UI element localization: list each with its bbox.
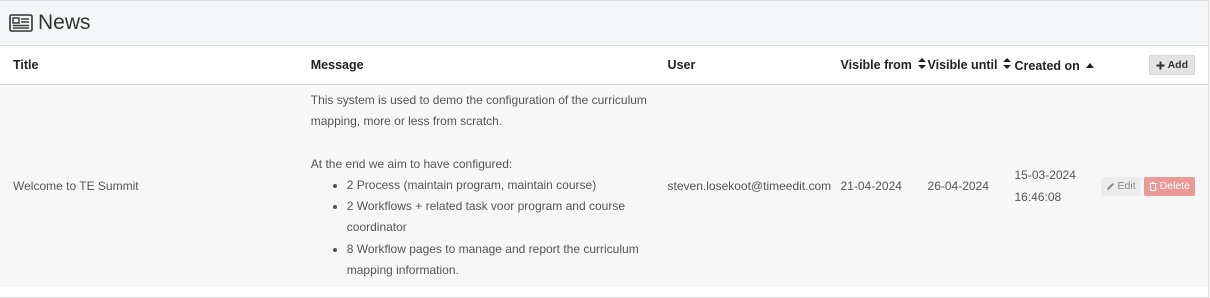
trash-icon <box>1149 181 1157 191</box>
panel-header: News <box>0 1 1208 46</box>
column-header-actions: Add <box>1100 46 1208 85</box>
news-panel: News Title Message User Visible from Vis… <box>0 0 1209 298</box>
list-item: 2 Workflows + related task voor program … <box>347 196 668 239</box>
edit-label: Edit <box>1117 180 1136 193</box>
edit-button[interactable]: Edit <box>1100 176 1141 196</box>
column-header-message: Message <box>310 46 668 85</box>
add-button[interactable]: Add <box>1148 55 1195 75</box>
plus-icon <box>1156 61 1165 69</box>
created-date: 15-03-2024 <box>1014 168 1076 183</box>
page-title: News <box>38 11 91 34</box>
row-visible-until: 26-04-2024 <box>927 179 989 194</box>
table-header-row: Title Message User Visible from Visible … <box>0 46 1208 85</box>
row-user: steven.losekoot@timeedit.com <box>667 179 832 194</box>
visible-until-label: Visible until <box>927 57 998 72</box>
row-actions: Edit Delete <box>1100 85 1208 288</box>
newspaper-icon <box>9 14 33 32</box>
column-header-user: User <box>667 46 841 85</box>
created-time: 16:46:08 <box>1014 190 1062 205</box>
row-created-on: 15-03-2024 16:46:08 <box>1015 85 1101 288</box>
row-visible-from: 21-04-2024 <box>840 179 902 194</box>
column-header-title: Title <box>0 46 311 85</box>
message-bullet-list: 2 Process (maintain program, maintain co… <box>311 175 668 281</box>
delete-label: Delete <box>1159 180 1190 193</box>
list-item: 2 Process (maintain program, maintain co… <box>347 175 668 196</box>
column-header-visible-from[interactable]: Visible from <box>840 46 928 85</box>
row-message: This system is used to demo the configur… <box>311 85 668 288</box>
table-row: Welcome to TE Summit This system is used… <box>0 84 1208 288</box>
pencil-icon <box>1106 182 1114 190</box>
news-table: Title Message User Visible from Visible … <box>0 46 1208 288</box>
add-label: Add <box>1167 59 1188 71</box>
message-line: At the end we aim to have configured: <box>310 156 513 171</box>
column-header-created-on[interactable]: Created on <box>1014 46 1101 85</box>
message-line: This system is used to demo the configur… <box>310 93 647 107</box>
list-item: 8 Workflow pages to manage and report th… <box>347 239 668 282</box>
sort-icon[interactable] <box>917 58 926 72</box>
created-on-label: Created on <box>1014 59 1080 73</box>
visible-from-label: Visible from <box>840 57 912 72</box>
column-header-visible-until[interactable]: Visible until <box>927 46 1015 85</box>
sort-icon[interactable] <box>1003 58 1012 72</box>
row-title: Welcome to TE Summit <box>13 179 139 194</box>
sort-ascending-icon[interactable] <box>1085 57 1094 71</box>
delete-button[interactable]: Delete <box>1143 176 1195 196</box>
message-line: mapping, more or less from scratch. <box>310 114 503 129</box>
